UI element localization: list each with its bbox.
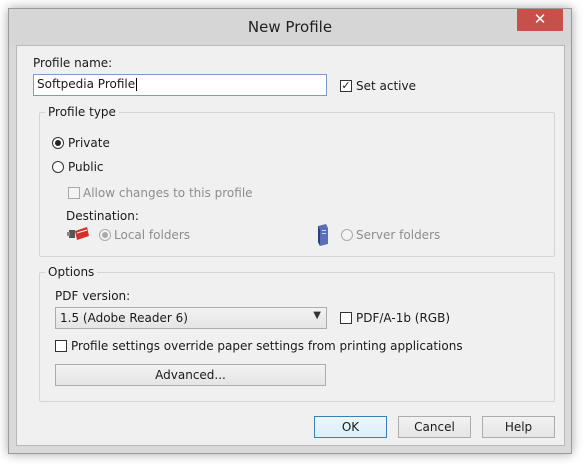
text-caret: [136, 78, 138, 91]
close-button[interactable]: ✕: [517, 9, 563, 31]
destination-label: Destination:: [66, 209, 139, 223]
server-folders-icon: [318, 224, 328, 246]
server-folders-label[interactable]: Server folders: [356, 228, 440, 242]
profile-type-legend: Profile type: [45, 105, 119, 119]
chevron-down-icon: ▼: [313, 310, 321, 321]
radio-selected-dot: [55, 140, 61, 146]
cancel-button[interactable]: Cancel: [398, 416, 471, 438]
public-radio-label[interactable]: Public: [68, 160, 104, 174]
help-button[interactable]: Help: [482, 416, 555, 438]
override-paper-checkbox[interactable]: [55, 340, 67, 352]
local-folders-icon: [67, 227, 89, 240]
public-radio[interactable]: [52, 161, 64, 173]
profile-name-label: Profile name:: [33, 56, 113, 70]
ok-button[interactable]: OK: [314, 416, 387, 438]
server-folders-radio[interactable]: [341, 229, 353, 241]
allow-changes-checkbox[interactable]: [68, 187, 80, 199]
new-profile-dialog: New Profile ✕ Profile name: Softpedia Pr…: [8, 8, 572, 454]
pdfa-label[interactable]: PDF/A-1b (RGB): [356, 311, 450, 325]
options-legend: Options: [45, 265, 98, 279]
title-bar[interactable]: New Profile ✕: [9, 9, 571, 45]
local-folders-label[interactable]: Local folders: [114, 228, 190, 242]
private-radio-label[interactable]: Private: [68, 136, 110, 150]
override-paper-label[interactable]: Profile settings override paper settings…: [71, 339, 463, 353]
set-active-label[interactable]: Set active: [356, 79, 416, 93]
pdf-version-value: 1.5 (Adobe Reader 6): [60, 311, 188, 325]
profile-name-input[interactable]: Softpedia Profile: [33, 74, 327, 96]
profile-name-value: Softpedia Profile: [37, 77, 136, 91]
radio-selected-dot: [102, 232, 108, 238]
set-active-checkbox[interactable]: ✓: [340, 80, 352, 92]
pdf-version-label: PDF version:: [55, 289, 131, 303]
pdf-version-select[interactable]: 1.5 (Adobe Reader 6) ▼: [55, 307, 327, 329]
advanced-button[interactable]: Advanced...: [55, 364, 326, 386]
pdfa-checkbox[interactable]: [340, 312, 352, 324]
private-radio[interactable]: [52, 137, 64, 149]
local-folders-radio[interactable]: [99, 229, 111, 241]
allow-changes-label[interactable]: Allow changes to this profile: [83, 186, 253, 200]
dialog-client-area: Profile name: Softpedia Profile ✓ Set ac…: [16, 45, 565, 446]
window-title: New Profile: [247, 18, 333, 36]
